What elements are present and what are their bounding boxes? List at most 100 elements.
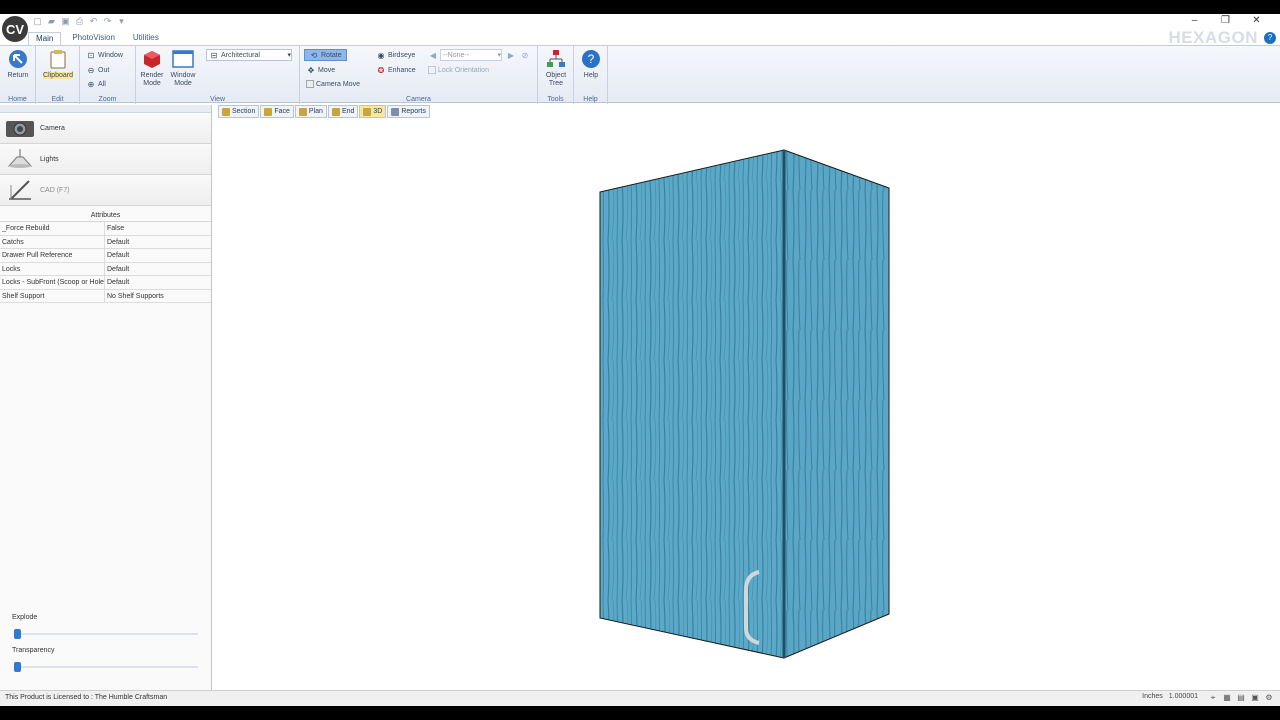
attribute-key: Catchs xyxy=(0,235,105,248)
clipboard-button[interactable]: Clipboard xyxy=(42,48,74,80)
cabinet-front-face xyxy=(599,149,785,659)
attribute-row[interactable]: Drawer Pull Reference Default xyxy=(0,249,211,263)
birdseye-button[interactable]: ◉ Birdseye xyxy=(376,49,416,61)
window-mode-button[interactable]: Window Mode xyxy=(166,48,200,88)
license-text: This Product is Licensed to : The Humble… xyxy=(5,694,168,701)
group-camera: ⟲ Rotate ✥ Move Camera Move ◉ Birdseye ✪ Enh… xyxy=(300,46,538,104)
attribute-row[interactable]: Catchs Default xyxy=(0,235,211,249)
panel-item-cad[interactable]: CAD (F7) xyxy=(0,175,211,206)
ribbon-tabs: Main PhotoVision Utilities xyxy=(28,32,166,45)
transparency-slider-thumb[interactable] xyxy=(14,662,21,672)
arrow-right-icon: ▶ xyxy=(507,50,515,60)
attribute-value[interactable]: Default xyxy=(105,263,211,276)
app-window: ▢ ▰ ▣ ⎙ ↶ ↷ ▾ – ❐ ✕ CV Main PhotoVision … xyxy=(0,14,1280,706)
transparency-slider[interactable] xyxy=(14,662,198,672)
attribute-row[interactable]: Shelf Support No Shelf Supports xyxy=(0,289,211,303)
view-plan-button[interactable]: Plan xyxy=(294,105,327,118)
camera-nav-prev[interactable]: ◀ xyxy=(428,49,438,61)
zoom-all-label: All xyxy=(98,80,106,88)
lock-orientation-checkbox[interactable]: Lock Orientation xyxy=(428,64,489,76)
panel-item-camera[interactable]: Camera xyxy=(0,113,211,144)
explode-slider-thumb[interactable] xyxy=(14,629,21,639)
rotate-label: Rotate xyxy=(321,51,342,59)
minimize-button[interactable]: – xyxy=(1179,15,1210,29)
quick-access-toolbar: ▢ ▰ ▣ ⎙ ↶ ↷ ▾ xyxy=(32,16,127,27)
attribute-value[interactable]: No Shelf Supports xyxy=(105,290,211,303)
group-edit: Clipboard Edit xyxy=(36,46,80,104)
tab-main[interactable]: Main xyxy=(28,32,62,45)
help-button[interactable]: ? Help xyxy=(575,48,607,80)
help-label: Help xyxy=(583,72,599,79)
3d-viewport[interactable] xyxy=(214,120,1280,693)
tab-photovision[interactable]: PhotoVision xyxy=(65,32,122,45)
settings-icon[interactable]: ⚙ xyxy=(1264,693,1274,703)
birdseye-icon: ◉ xyxy=(377,50,385,60)
group-zoom: ⊡ Window ⊖ Out ⊕ All Zoom xyxy=(80,46,136,104)
arrow-left-icon: ◀ xyxy=(429,50,437,60)
return-button[interactable]: Return xyxy=(2,48,34,80)
move-button[interactable]: ✥ Move xyxy=(306,64,335,76)
undo-icon[interactable]: ↶ xyxy=(88,16,99,27)
attribute-value[interactable]: Default xyxy=(105,236,211,249)
view-style-dropdown[interactable]: ⊟ Architectural ▾ xyxy=(206,49,292,61)
scale-value: 1.000001 xyxy=(1168,693,1198,700)
view-style-value: Architectural xyxy=(221,51,260,59)
customize-toolbar-icon[interactable]: ▾ xyxy=(116,16,127,27)
view-end-button[interactable]: End xyxy=(327,105,359,118)
snap-icon[interactable]: ⌖ xyxy=(1208,693,1218,703)
attribute-row[interactable]: _Force Rebuild False xyxy=(0,222,211,236)
explode-slider[interactable] xyxy=(14,629,198,639)
zoom-window-icon: ⊡ xyxy=(87,50,95,60)
attribute-value[interactable]: False xyxy=(105,222,211,235)
new-file-icon[interactable]: ▢ xyxy=(32,16,43,27)
save-icon[interactable]: ▣ xyxy=(60,16,71,27)
return-label: Return xyxy=(7,72,29,79)
app-logo[interactable]: CV xyxy=(2,16,28,42)
rotate-icon: ⟲ xyxy=(310,50,318,60)
redo-icon[interactable]: ↷ xyxy=(102,16,113,27)
restore-button[interactable]: ❐ xyxy=(1210,15,1241,29)
chevron-down-icon: ▾ xyxy=(497,52,501,59)
view-3d-button[interactable]: 3D xyxy=(359,105,387,118)
camera-save-button[interactable]: ⊘ xyxy=(520,49,530,61)
units-label[interactable]: Inches xyxy=(1142,693,1163,700)
enhance-button[interactable]: ✪ Enhance xyxy=(376,64,416,76)
panel-item-camera-label: Camera xyxy=(40,124,65,132)
zoom-window-label: Window xyxy=(98,51,123,59)
zoom-out-button[interactable]: ⊖ Out xyxy=(86,64,110,76)
left-panel-header xyxy=(0,105,211,113)
render-mode-button[interactable]: Render Mode xyxy=(136,48,168,88)
display-icon[interactable]: ▣ xyxy=(1250,693,1260,703)
view-reports-button[interactable]: Reports xyxy=(387,105,430,118)
group-label-edit: Edit xyxy=(51,96,64,103)
cabinet-3d-model xyxy=(599,149,890,659)
group-tools: Object Tree Tools xyxy=(538,46,574,104)
print-icon[interactable]: ⎙ xyxy=(74,16,85,27)
attribute-value[interactable]: Default xyxy=(105,249,211,262)
attribute-row[interactable]: Locks - SubFront (Scoop or Hole Default xyxy=(0,276,211,290)
grid-icon[interactable]: ▦ xyxy=(1222,693,1232,703)
zoom-all-button[interactable]: ⊕ All xyxy=(86,78,106,90)
attribute-key: Locks - SubFront (Scoop or Hole xyxy=(0,276,105,289)
object-tree-button[interactable]: Object Tree xyxy=(540,48,572,88)
camera-nav-next[interactable]: ▶ xyxy=(506,49,516,61)
camera-preset-dropdown[interactable]: --None-- ▾ xyxy=(440,49,502,61)
rotate-button[interactable]: ⟲ Rotate xyxy=(304,49,347,61)
layers-icon[interactable]: ▤ xyxy=(1236,693,1246,703)
panel-item-lights[interactable]: Lights xyxy=(0,144,211,175)
view-end-label: End xyxy=(341,108,355,115)
group-view: Render Mode Window Mode ⊟ Architectural … xyxy=(136,46,300,104)
zoom-window-button[interactable]: ⊡ Window xyxy=(86,49,123,61)
transparency-label: Transparency xyxy=(12,647,55,654)
open-folder-icon[interactable]: ▰ xyxy=(46,16,57,27)
clipboard-icon xyxy=(47,48,69,70)
close-button[interactable]: ✕ xyxy=(1241,15,1272,29)
attribute-value[interactable]: Default xyxy=(105,276,211,289)
view-face-button[interactable]: Face xyxy=(260,105,294,118)
tab-utilities[interactable]: Utilities xyxy=(126,32,166,45)
view-section-button[interactable]: Section xyxy=(218,105,260,118)
camera-move-checkbox[interactable]: Camera Move xyxy=(306,78,360,90)
help-icon[interactable]: ? xyxy=(1264,32,1276,44)
camera-move-label: Camera Move xyxy=(316,80,360,88)
attribute-row[interactable]: Locks Default xyxy=(0,262,211,276)
